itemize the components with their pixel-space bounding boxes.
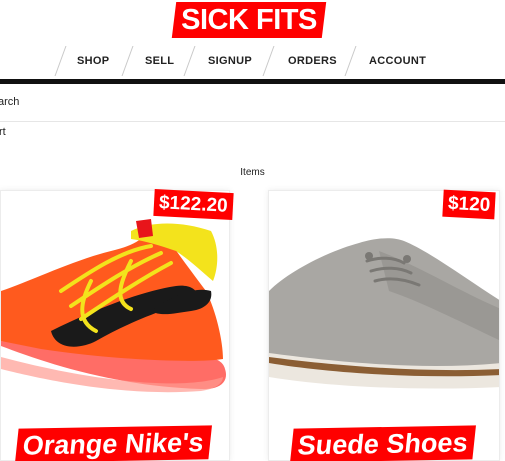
search-bar[interactable]: arch [0, 84, 505, 122]
cart-label[interactable]: rt [0, 126, 6, 138]
logo[interactable]: SICK FITS [171, 2, 327, 38]
nav-divider [262, 46, 275, 76]
nav-divider [121, 46, 134, 76]
nav-divider [344, 46, 357, 76]
logo-text: SICK FITS [181, 4, 317, 36]
sneaker-icon [1, 219, 226, 393]
search-label: arch [0, 96, 20, 108]
items-heading: Items [240, 167, 265, 178]
nav-shop[interactable]: SHOP [77, 44, 109, 79]
product-image[interactable] [269, 191, 499, 460]
nav-divider [183, 46, 196, 76]
nav-sell[interactable]: SELL [145, 44, 174, 79]
main-nav: SHOP SELL SIGNUP ORDERS ACCOUNT [0, 44, 505, 79]
nav-account[interactable]: ACCOUNT [369, 44, 426, 79]
product-title[interactable]: Suede Shoes [290, 425, 476, 461]
product-title[interactable]: Orange Nike's [15, 425, 212, 461]
price-tag: $120 [442, 189, 496, 220]
shoe-icon [269, 238, 499, 389]
product-card[interactable]: $122.20 [0, 188, 234, 461]
nav-signup[interactable]: SIGNUP [208, 44, 252, 79]
product-card[interactable]: $120 [268, 189, 500, 461]
nav-divider [54, 46, 67, 76]
nav-orders[interactable]: ORDERS [288, 44, 337, 79]
product-image[interactable] [1, 191, 229, 460]
price-tag: $122.20 [153, 188, 234, 221]
